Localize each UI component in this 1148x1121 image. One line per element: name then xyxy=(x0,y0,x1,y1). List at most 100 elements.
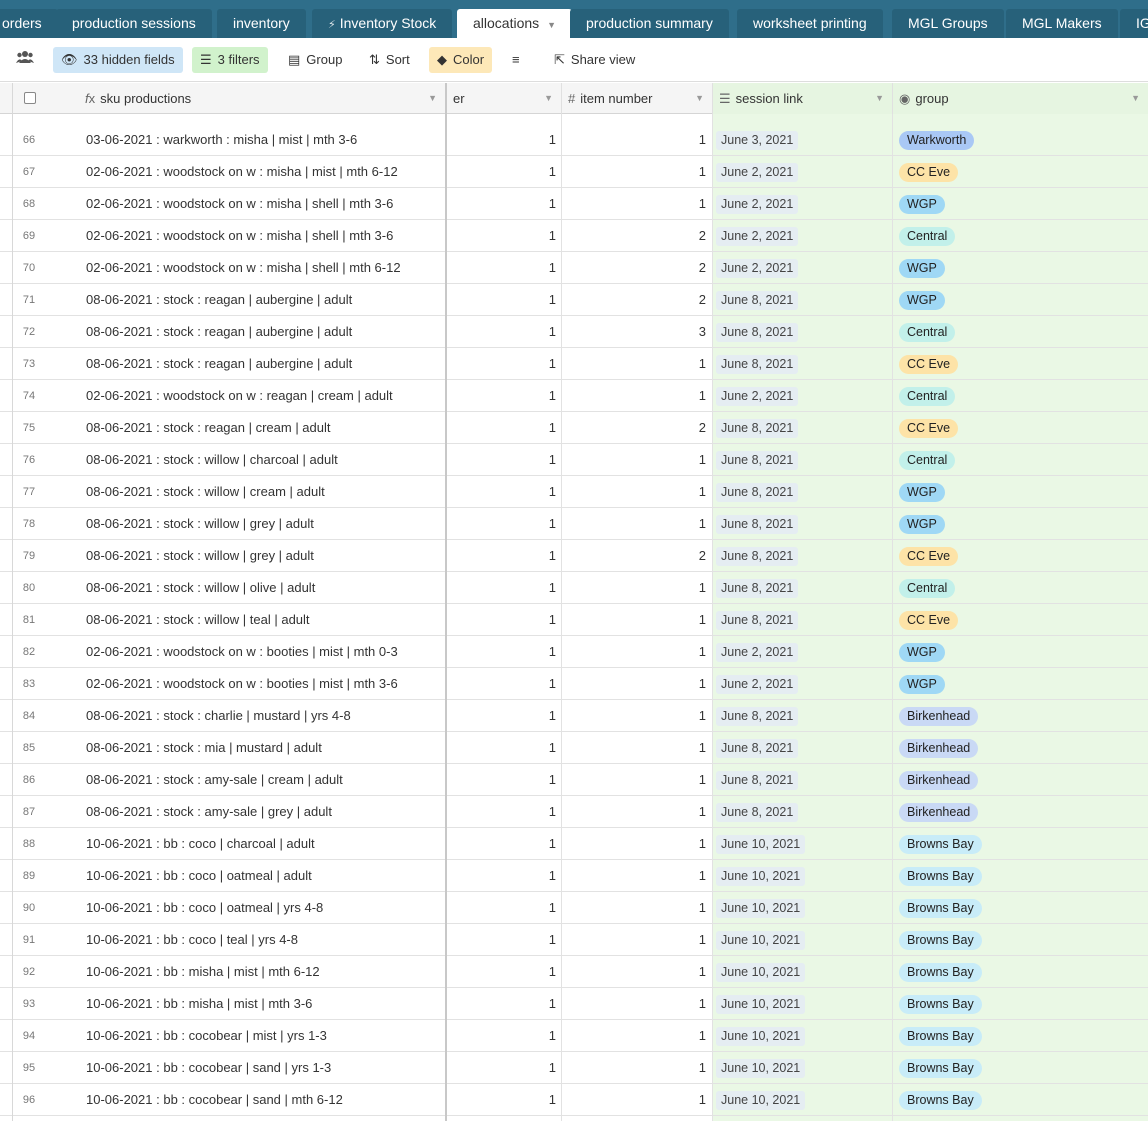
sku-cell[interactable]: 02-06-2021 : woodstock on w : reagan | c… xyxy=(86,380,393,412)
sku-cell[interactable]: 08-06-2021 : stock : willow | teal | adu… xyxy=(86,604,310,636)
session-link-chip[interactable]: June 10, 2021 xyxy=(716,867,806,886)
group-tag[interactable]: WGP xyxy=(899,675,945,694)
er-cell[interactable]: 1 xyxy=(446,348,556,380)
item-number-cell[interactable]: 3 xyxy=(562,316,706,348)
table-row[interactable]: 70 02-06-2021 : woodstock on w : misha | … xyxy=(0,252,1148,284)
er-cell[interactable]: 1 xyxy=(446,476,556,508)
table-row[interactable]: 77 08-06-2021 : stock : willow | cream | … xyxy=(0,476,1148,508)
session-link-chip[interactable]: June 10, 2021 xyxy=(716,1059,806,1078)
sku-cell[interactable]: 08-06-2021 : stock : willow | grey | adu… xyxy=(86,508,314,540)
group-tag[interactable]: WGP xyxy=(899,643,945,662)
session-link-chip[interactable]: June 2, 2021 xyxy=(716,675,799,694)
column-header-group[interactable]: ◉ group ▼ xyxy=(893,83,1148,114)
item-number-cell[interactable]: 1 xyxy=(562,1052,706,1084)
er-cell[interactable]: 1 xyxy=(446,220,556,252)
table-row[interactable]: 76 08-06-2021 : stock : willow | charcoal… xyxy=(0,444,1148,476)
er-cell[interactable]: 1 xyxy=(446,700,556,732)
session-link-chip[interactable]: June 8, 2021 xyxy=(716,451,799,470)
session-link-chip[interactable]: June 8, 2021 xyxy=(716,739,799,758)
table-row[interactable]: 89 10-06-2021 : bb : coco | oatmeal | adu… xyxy=(0,860,1148,892)
item-number-cell[interactable]: 2 xyxy=(562,220,706,252)
column-header-item-number[interactable]: # item number ▼ xyxy=(562,83,713,114)
sku-cell[interactable]: 10-06-2021 : bb : coco | charcoal | adul… xyxy=(86,828,315,860)
item-number-cell[interactable]: 1 xyxy=(562,380,706,412)
sku-cell[interactable]: 02-06-2021 : woodstock on w : misha | sh… xyxy=(86,252,401,284)
sku-cell[interactable]: 10-06-2021 : bb : cocobear | sand | mth … xyxy=(86,1084,343,1116)
er-cell[interactable]: 1 xyxy=(446,284,556,316)
group-tag[interactable]: WGP xyxy=(899,291,945,310)
color-button[interactable]: ◆ Color xyxy=(429,47,493,73)
tab-production-summary[interactable]: production summary xyxy=(570,9,729,38)
item-number-cell[interactable]: 1 xyxy=(562,444,706,476)
er-cell[interactable]: 1 xyxy=(446,412,556,444)
er-cell[interactable]: 1 xyxy=(446,732,556,764)
er-cell[interactable]: 1 xyxy=(446,828,556,860)
chevron-down-icon[interactable]: ▼ xyxy=(875,83,884,114)
session-link-chip[interactable]: June 8, 2021 xyxy=(716,771,799,790)
chevron-down-icon[interactable]: ▼ xyxy=(695,83,704,114)
sku-cell[interactable]: 08-06-2021 : stock : reagan | aubergine … xyxy=(86,284,352,316)
row-height-button[interactable]: ≡ xyxy=(504,47,528,73)
chevron-down-icon[interactable]: ▼ xyxy=(544,83,553,114)
table-row[interactable]: 72 08-06-2021 : stock : reagan | aubergin… xyxy=(0,316,1148,348)
sku-cell[interactable]: 02-06-2021 : woodstock on w : misha | sh… xyxy=(86,188,393,220)
session-link-chip[interactable]: June 8, 2021 xyxy=(716,419,799,438)
sku-cell[interactable]: 08-06-2021 : stock : mia | mustard | adu… xyxy=(86,732,322,764)
er-cell[interactable]: 1 xyxy=(446,572,556,604)
item-number-cell[interactable]: 1 xyxy=(562,988,706,1020)
er-cell[interactable]: 1 xyxy=(446,924,556,956)
item-number-cell[interactable]: 1 xyxy=(562,892,706,924)
sku-cell[interactable]: 08-06-2021 : stock : willow | charcoal |… xyxy=(86,444,338,476)
table-row[interactable]: 86 08-06-2021 : stock : amy-sale | cream … xyxy=(0,764,1148,796)
item-number-cell[interactable]: 1 xyxy=(562,764,706,796)
table-row[interactable]: 75 08-06-2021 : stock : reagan | cream | … xyxy=(0,412,1148,444)
sku-cell[interactable]: 02-06-2021 : woodstock on w : booties | … xyxy=(86,636,398,668)
group-tag[interactable]: CC Eve xyxy=(899,547,959,566)
group-tag[interactable]: Central xyxy=(899,227,956,246)
frozen-column-divider[interactable] xyxy=(445,83,447,1121)
item-number-cell[interactable]: 2 xyxy=(562,412,706,444)
er-cell[interactable]: 1 xyxy=(446,252,556,284)
table-row[interactable]: 95 10-06-2021 : bb : cocobear | sand | yr… xyxy=(0,1052,1148,1084)
sku-cell[interactable]: 10-06-2021 : bb : misha | mist | mth 3-6 xyxy=(86,988,312,1020)
select-all-checkbox[interactable] xyxy=(24,92,36,104)
item-number-cell[interactable]: 1 xyxy=(562,188,706,220)
table-row[interactable]: 90 10-06-2021 : bb : coco | oatmeal | yrs… xyxy=(0,892,1148,924)
er-cell[interactable]: 1 xyxy=(446,380,556,412)
column-header-er[interactable]: er ▼ xyxy=(447,83,562,114)
tab-production-sessions[interactable]: production sessions xyxy=(56,9,212,38)
sku-cell[interactable]: 08-06-2021 : stock : charlie | mustard |… xyxy=(86,700,351,732)
group-tag[interactable]: WGP xyxy=(899,259,945,278)
sku-cell[interactable]: 10-06-2021 : bb : cocobear | sand | yrs … xyxy=(86,1052,331,1084)
table-row[interactable]: 78 08-06-2021 : stock : willow | grey | a… xyxy=(0,508,1148,540)
er-cell[interactable]: 1 xyxy=(446,860,556,892)
group-tag[interactable]: Birkenhead xyxy=(899,771,979,790)
item-number-cell[interactable]: 2 xyxy=(562,252,706,284)
tab-allocations[interactable]: allocations ▼ xyxy=(457,9,573,38)
item-number-cell[interactable]: 1 xyxy=(562,924,706,956)
hidden-fields-button[interactable]: 👁 33 hidden fields xyxy=(53,47,183,73)
group-tag[interactable]: Central xyxy=(899,451,956,470)
er-cell[interactable]: 1 xyxy=(446,892,556,924)
sku-cell[interactable]: 08-06-2021 : stock : amy-sale | grey | a… xyxy=(86,796,332,828)
item-number-cell[interactable]: 1 xyxy=(562,700,706,732)
session-link-chip[interactable]: June 8, 2021 xyxy=(716,579,799,598)
table-row[interactable]: 71 08-06-2021 : stock : reagan | aubergin… xyxy=(0,284,1148,316)
tab-inventory-stock[interactable]: ⚡ Inventory Stock xyxy=(312,9,453,38)
chevron-down-icon[interactable]: ▼ xyxy=(428,83,437,114)
session-link-chip[interactable]: June 8, 2021 xyxy=(716,803,799,822)
er-cell[interactable]: 1 xyxy=(446,1084,556,1116)
session-link-chip[interactable]: June 10, 2021 xyxy=(716,899,806,918)
group-tag[interactable]: Birkenhead xyxy=(899,739,979,758)
er-cell[interactable]: 1 xyxy=(446,636,556,668)
er-cell[interactable]: 1 xyxy=(446,764,556,796)
sku-cell[interactable]: 03-06-2021 : warkworth : misha | mist | … xyxy=(86,124,357,156)
sku-cell[interactable]: 08-06-2021 : stock : reagan | cream | ad… xyxy=(86,412,331,444)
session-link-chip[interactable]: June 2, 2021 xyxy=(716,387,799,406)
session-link-chip[interactable]: June 8, 2021 xyxy=(716,355,799,374)
group-tag[interactable]: Browns Bay xyxy=(899,931,982,950)
item-number-cell[interactable]: 1 xyxy=(562,572,706,604)
group-tag[interactable]: Browns Bay xyxy=(899,835,982,854)
session-link-chip[interactable]: June 2, 2021 xyxy=(716,163,799,182)
session-link-chip[interactable]: June 8, 2021 xyxy=(716,547,799,566)
